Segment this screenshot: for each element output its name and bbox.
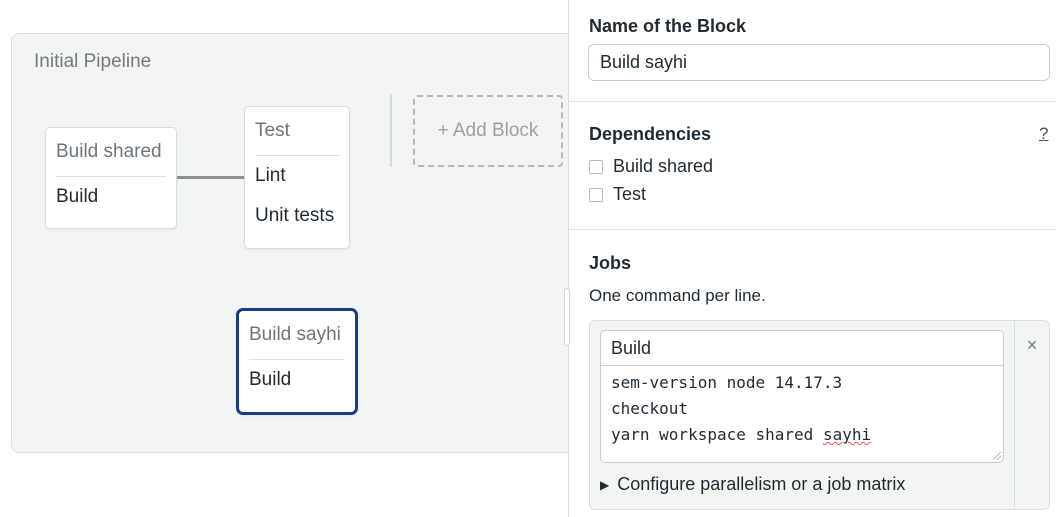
close-icon[interactable]: ×: [1014, 335, 1050, 356]
dependencies-help-link[interactable]: ?: [1039, 124, 1048, 144]
dependency-label: Test: [613, 184, 647, 204]
add-block-button[interactable]: + Add Block: [413, 95, 563, 167]
dependency-checkbox[interactable]: [589, 159, 603, 174]
panel-resize-handle[interactable]: [564, 288, 570, 346]
block-title: Build sayhi: [249, 324, 341, 345]
block-job: Lint: [255, 165, 286, 186]
command-line: checkout: [611, 399, 689, 418]
job-commands-textarea[interactable]: sem-version node 14.17.3 checkout yarn w…: [600, 365, 1004, 463]
block-build-sayhi-selected[interactable]: Build sayhi Build: [236, 308, 358, 415]
config-parallelism-toggle[interactable]: ▶ Configure parallelism or a job matrix: [600, 474, 905, 495]
block-title: Build shared: [56, 141, 162, 162]
block-name-input[interactable]: [588, 44, 1050, 81]
triangle-right-icon: ▶: [600, 477, 610, 492]
resize-grip-icon[interactable]: [993, 452, 1001, 460]
dependency-checkbox[interactable]: [589, 187, 603, 202]
canvas-divider: [390, 94, 392, 167]
jobs-heading: Jobs: [589, 253, 632, 273]
jobs-help-text: One command per line.: [589, 286, 766, 305]
job-remove-column: ×: [1014, 320, 1050, 510]
section-divider: [569, 229, 1056, 230]
job-name-input[interactable]: Build: [600, 330, 1004, 366]
pipeline-canvas: Initial Pipeline Build shared Build Test…: [11, 33, 581, 453]
block-job: Build: [56, 186, 99, 207]
config-toggle-label: Configure parallelism or a job matrix: [617, 474, 906, 494]
block-job: Unit tests: [255, 205, 335, 226]
dependency-build-shared[interactable]: Build shared: [589, 156, 713, 177]
spellcheck-word: sayhi: [822, 425, 872, 444]
block-job: Build: [249, 369, 292, 390]
block-editor-panel: Name of the Block Dependencies ? Build s…: [568, 0, 1056, 517]
section-divider: [569, 101, 1056, 102]
block-title: Test: [255, 120, 290, 141]
block-test[interactable]: Test Lint Unit tests: [244, 106, 350, 249]
dependency-connector: [177, 176, 244, 179]
pipeline-title: Initial Pipeline: [34, 51, 152, 72]
block-build-shared[interactable]: Build shared Build: [45, 127, 177, 229]
command-line: yarn workspace shared sayhi: [611, 422, 993, 448]
dependency-test[interactable]: Test: [589, 184, 646, 205]
block-name-heading: Name of the Block: [589, 16, 747, 36]
command-line: sem-version node 14.17.3: [611, 373, 843, 392]
dependencies-heading: Dependencies: [589, 124, 712, 144]
command-text: yarn workspace shared: [611, 425, 814, 444]
dependency-label: Build shared: [613, 156, 714, 176]
job-card: Build sem-version node 14.17.3 checkout …: [589, 320, 1015, 510]
